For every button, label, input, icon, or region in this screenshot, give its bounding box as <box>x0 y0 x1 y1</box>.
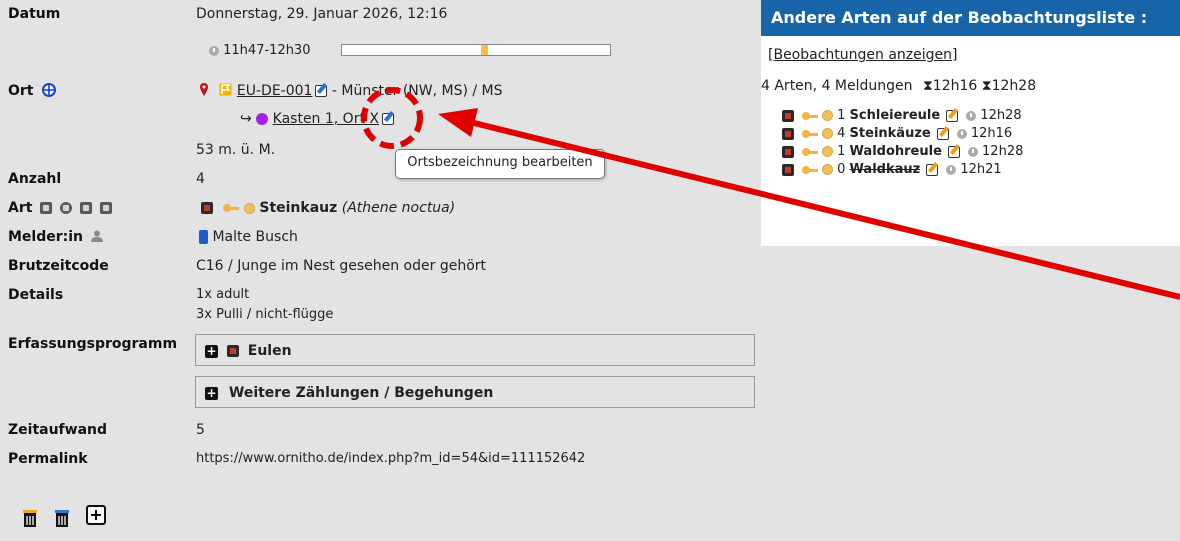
annotation-arrow-line <box>469 119 1180 300</box>
annotation-overlay <box>361 87 1180 300</box>
annotation-arrowhead <box>438 108 478 137</box>
annotation-circle <box>361 87 423 149</box>
